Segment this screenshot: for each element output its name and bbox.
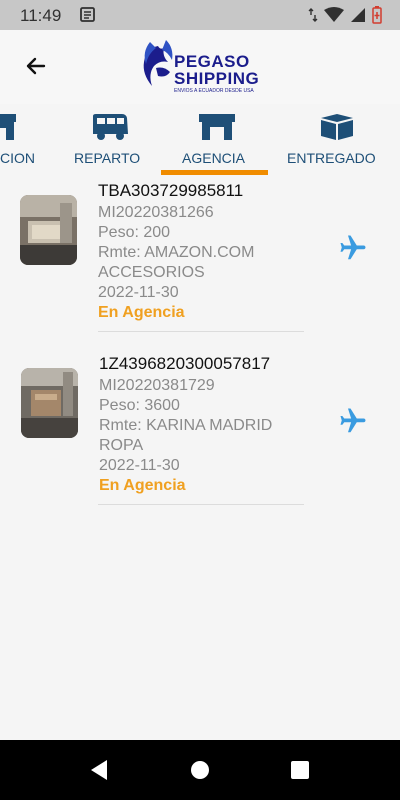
cell-signal-icon: [351, 8, 365, 22]
tracking-number: 1Z4396820300057817: [99, 354, 271, 373]
arrow-left-icon: [26, 57, 46, 75]
package-sender: Rmte: AMAZON.COM: [98, 244, 255, 261]
back-button[interactable]: [20, 50, 52, 82]
package-code: MI20220381729: [99, 377, 215, 394]
package-code: MI20220381266: [98, 204, 214, 221]
store-icon: [0, 114, 16, 140]
package-date: 2022-11-30: [98, 284, 179, 301]
box-icon: [321, 114, 353, 140]
package-sender: Rmte: KARINA MADRID: [99, 417, 273, 434]
airplane-icon[interactable]: [338, 406, 368, 436]
pegasus-horse-icon: [143, 40, 173, 86]
package-description: ACCESORIOS: [98, 264, 205, 281]
status-tabs: CION REPARTO AGENCIA ENTREGADO: [0, 104, 400, 178]
store-icon: [199, 114, 235, 140]
status-bar: 11:49: [0, 0, 400, 30]
tab-label: CION: [0, 150, 35, 166]
android-nav-bar: [0, 740, 400, 800]
package-weight: Peso: 3600: [99, 397, 180, 414]
tab-agencia[interactable]: AGENCIA: [161, 104, 268, 178]
tracking-number: TBA303729985811: [98, 181, 244, 200]
tab-label: ENTREGADO: [287, 150, 376, 166]
package-status: En Agencia: [98, 304, 185, 321]
item-divider: [98, 504, 304, 505]
home-circle-icon[interactable]: [189, 759, 211, 781]
package-date: 2022-11-30: [99, 457, 180, 474]
recents-square-icon[interactable]: [289, 759, 311, 781]
airplane-icon[interactable]: [338, 233, 368, 263]
tab-reparto[interactable]: REPARTO: [70, 104, 146, 178]
tab-label: REPARTO: [74, 150, 141, 166]
package-status: En Agencia: [99, 477, 186, 494]
logo-tagline: ENVIOS A ECUADOR DESDE USA: [174, 88, 254, 94]
data-arrows-icon: [308, 8, 318, 22]
wifi-icon: [324, 7, 344, 22]
back-triangle-icon[interactable]: [89, 759, 109, 781]
package-item[interactable]: 1Z4396820300057817 MI20220381729 Peso: 3…: [0, 351, 400, 516]
active-tab-indicator: [161, 170, 268, 175]
package-photo: [20, 195, 77, 265]
notification-icon: [80, 7, 95, 22]
tab-entregado[interactable]: ENTREGADO: [283, 104, 383, 178]
tab-recepcion[interactable]: CION: [0, 104, 40, 178]
status-time: 11:49: [20, 6, 62, 25]
package-description: ROPA: [99, 437, 144, 454]
logo-text-shipping: SHIPPING: [174, 69, 260, 88]
item-divider: [98, 331, 304, 332]
package-photo: [21, 368, 78, 438]
package-item[interactable]: TBA303729985811 MI20220381266 Peso: 200 …: [0, 178, 400, 343]
van-icon: [93, 114, 128, 140]
battery-icon: [372, 6, 382, 24]
pegaso-shipping-logo: PEGASO SHIPPING ENVIOS A ECUADOR DESDE U…: [138, 38, 268, 96]
package-weight: Peso: 200: [98, 224, 171, 241]
app-header: PEGASO SHIPPING ENVIOS A ECUADOR DESDE U…: [0, 30, 400, 104]
tab-label: AGENCIA: [182, 150, 246, 166]
